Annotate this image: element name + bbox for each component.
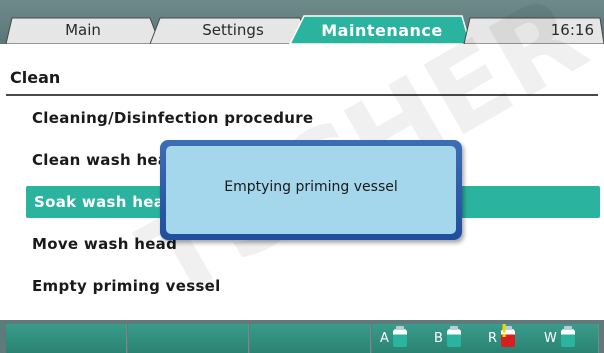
- bottle-icon: [560, 326, 575, 347]
- status-bar: A B R ! W: [0, 320, 604, 353]
- softkey-3[interactable]: [250, 324, 371, 353]
- tab-main[interactable]: Main: [8, 16, 158, 44]
- exclamation-icon: !: [500, 321, 509, 342]
- dialog-body: Emptying priming vessel: [166, 146, 456, 234]
- dialog-message: Emptying priming vessel: [224, 179, 398, 195]
- indicator-b: B: [434, 326, 461, 350]
- indicator-a: A: [380, 326, 407, 350]
- bottle-icon: [392, 326, 407, 347]
- progress-dialog: Emptying priming vessel: [160, 140, 462, 240]
- indicator-b-label: B: [434, 330, 443, 346]
- tab-settings[interactable]: Settings: [158, 16, 308, 44]
- indicator-w-label: W: [544, 330, 557, 346]
- section-divider: [6, 94, 598, 96]
- clock: 16:16: [550, 21, 594, 39]
- menu-item-empty-priming-vessel[interactable]: Empty priming vessel: [24, 270, 221, 302]
- menu-item-cleaning-disinfection[interactable]: Cleaning/Disinfection procedure: [24, 102, 313, 134]
- indicator-a-label: A: [380, 330, 389, 346]
- bottle-icon: [446, 326, 461, 347]
- indicator-r-label: R: [488, 330, 498, 346]
- menu-item-clean-wash-head[interactable]: Clean wash head: [24, 144, 179, 176]
- tab-bar: Main Settings Maintenance 16:16: [0, 0, 604, 44]
- bottle-warning-icon: !: [500, 321, 516, 347]
- section-title: Clean: [10, 68, 61, 87]
- menu-item-move-wash-head[interactable]: Move wash head: [24, 228, 177, 260]
- tab-maintenance[interactable]: Maintenance: [298, 16, 466, 44]
- softkey-1[interactable]: [6, 324, 127, 353]
- indicator-w: W: [544, 326, 575, 350]
- softkey-2[interactable]: [128, 324, 249, 353]
- indicator-r: R !: [488, 321, 516, 350]
